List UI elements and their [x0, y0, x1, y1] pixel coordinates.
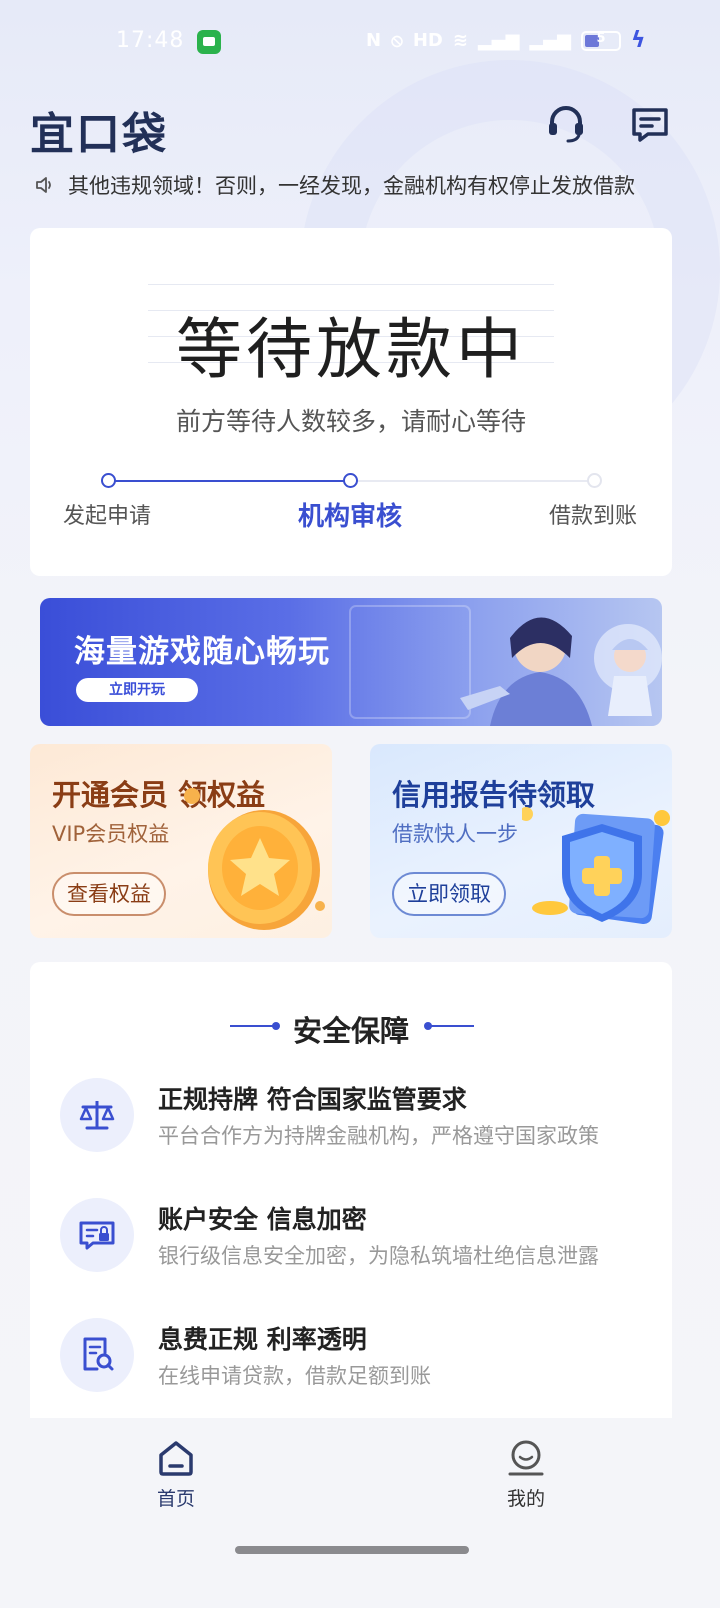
- bottom-tab-bar: 首页 我的: [0, 1418, 720, 1538]
- scale-icon: [60, 1078, 134, 1152]
- security-section: 安全保障 正规持牌 符合国家监管要求 平台合作方为持牌金融机构，严格遵守国家政策: [30, 962, 672, 1432]
- nfc-icon: N: [366, 30, 382, 51]
- wifi-icon: ≋: [452, 30, 468, 51]
- progress-fill: [108, 480, 351, 482]
- home-icon: [159, 1441, 193, 1476]
- tab-mine[interactable]: 我的: [476, 1438, 576, 1511]
- security-heading: 安全保障: [292, 1014, 409, 1048]
- security-item-desc: 平台合作方为持牌金融机构，严格遵守国家政策: [158, 1124, 599, 1148]
- game-banner-title: 海量游戏随心畅玩: [74, 634, 330, 670]
- loan-status-title: 等待放款中: [176, 311, 526, 388]
- status-icons: N ⦸ HD ≋ ▂▄▆ ▂▄▆ 5 ϟ: [366, 28, 646, 53]
- claim-report-button[interactable]: 立即领取: [392, 872, 506, 916]
- security-item-desc: 在线申请贷款，借款足额到账: [158, 1364, 431, 1388]
- security-item-title: 息费正规 利率透明: [158, 1325, 367, 1354]
- shield-report-icon: [522, 807, 670, 925]
- gold-coin-icon: [184, 788, 325, 930]
- step-dot-1: [101, 473, 116, 488]
- customer-service-icon[interactable]: [546, 104, 586, 144]
- loan-status-card: 等待放款中 前方等待人数较多，请耐心等待 发起申请 机构审核 借款到账: [30, 228, 672, 576]
- security-item-title: 账户安全 信息加密: [158, 1205, 367, 1234]
- battery-icon: 5: [581, 30, 621, 51]
- step-label-disbursed: 借款到账: [549, 504, 638, 529]
- mute-icon: ⦸: [391, 30, 403, 51]
- battery-level: 5: [596, 30, 606, 46]
- charging-icon: ϟ: [631, 28, 646, 53]
- notification-app-icon: [197, 30, 221, 54]
- security-item: 息费正规 利率透明 在线申请贷款，借款足额到账: [60, 1316, 660, 1396]
- step-dot-2: [343, 473, 358, 488]
- view-benefits-button[interactable]: 查看权益: [52, 872, 166, 916]
- tab-home[interactable]: 首页: [126, 1438, 226, 1511]
- status-time: 17:48: [116, 28, 185, 53]
- speaker-icon: [36, 177, 51, 193]
- step-label-review: 机构审核: [298, 502, 403, 532]
- step-dot-3: [587, 473, 602, 488]
- loan-status-subtitle: 前方等待人数较多，请耐心等待: [175, 407, 526, 436]
- game-banner[interactable]: 海量游戏随心畅玩 立即开玩: [40, 598, 662, 726]
- security-item: 账户安全 信息加密 银行级信息安全加密，为隐私筑墙杜绝信息泄露: [60, 1196, 660, 1276]
- credit-promo-subtitle: 借款快人一步: [392, 822, 518, 846]
- game-characters-illustration: [349, 605, 662, 726]
- message-icon[interactable]: [630, 104, 670, 144]
- profile-icon: [508, 1440, 544, 1476]
- app-logo: 宜口袋: [30, 109, 168, 160]
- doc-search-icon: [60, 1318, 134, 1392]
- vip-promo-subtitle: VIP会员权益: [52, 822, 170, 846]
- tab-home-label: 首页: [156, 1488, 195, 1510]
- security-item: 正规持牌 符合国家监管要求 平台合作方为持牌金融机构，严格遵守国家政策: [60, 1076, 660, 1156]
- id-lock-icon: [60, 1198, 134, 1272]
- signal-2-icon: ▂▄▆: [529, 30, 571, 51]
- vip-promo-card[interactable]: 开通会员 领权益 VIP会员权益 查看权益: [30, 744, 332, 938]
- heading-decoration-right: [424, 1022, 474, 1030]
- notice-text: 其他违规领域！否则，一经发现，金融机构有权停止发放借款: [68, 174, 635, 198]
- game-play-button[interactable]: 立即开玩: [76, 678, 198, 702]
- security-item-title: 正规持牌 符合国家监管要求: [158, 1085, 467, 1114]
- security-item-desc: 银行级信息安全加密，为隐私筑墙杜绝信息泄露: [158, 1244, 599, 1268]
- step-label-apply: 发起申请: [63, 504, 152, 529]
- signal-icon: ▂▄▆: [477, 30, 520, 51]
- tab-mine-label: 我的: [506, 1488, 545, 1510]
- hd-icon: HD: [412, 30, 443, 51]
- status-bar: 17:48 N ⦸ HD ≋ ▂▄▆ ▂▄▆ 5 ϟ: [0, 0, 720, 82]
- notice-marquee[interactable]: 其他违规领域！否则，一经发现，金融机构有权停止发放借款: [34, 168, 698, 202]
- home-indicator[interactable]: [235, 1546, 469, 1554]
- credit-report-promo-card[interactable]: 信用报告待领取 借款快人一步 立即领取: [370, 744, 672, 938]
